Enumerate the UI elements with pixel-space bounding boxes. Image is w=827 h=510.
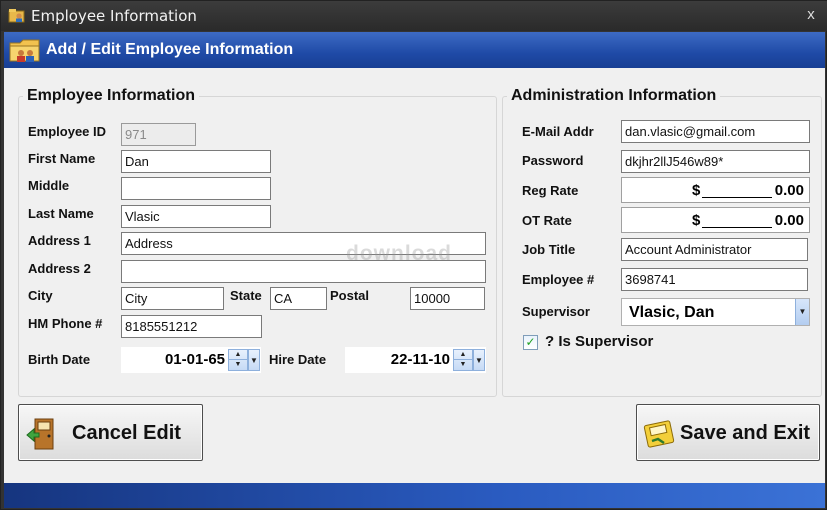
hire-date-value: 22-11-10 xyxy=(390,351,450,368)
close-icon[interactable]: x xyxy=(803,7,819,23)
ot-rate-label: OT Rate xyxy=(522,213,572,228)
watermark-text: download xyxy=(346,242,452,265)
cancel-edit-button[interactable]: Cancel Edit xyxy=(18,404,203,461)
spin-up-icon[interactable]: ▲ xyxy=(229,350,247,360)
app-window: Employee Information x Add / Edit Employ… xyxy=(0,0,827,510)
birth-date-picker[interactable]: 01-01-65 ▲ ▼ ▼ xyxy=(121,347,261,373)
spin-down-icon[interactable]: ▼ xyxy=(229,360,247,370)
city-label: City xyxy=(28,288,53,303)
reg-rate-label: Reg Rate xyxy=(522,183,579,198)
birth-date-value: 01-01-65 xyxy=(164,351,225,368)
last-name-label: Last Name xyxy=(28,206,94,221)
save-exit-label: Save and Exit xyxy=(680,422,811,444)
birth-date-label: Birth Date xyxy=(28,352,91,367)
employee-app-icon xyxy=(8,9,25,23)
ot-rate-currency: $ xyxy=(692,212,701,229)
reg-rate-underline xyxy=(702,197,772,198)
hire-date-picker[interactable]: 22-11-10 ▲ ▼ ▼ xyxy=(345,347,486,373)
employee-id-label: Employee ID xyxy=(28,124,107,139)
save-exit-icon xyxy=(643,420,675,448)
employee-id-field: 971 xyxy=(121,123,196,146)
exit-door-icon xyxy=(26,418,54,450)
employee-info-legend: Employee Information xyxy=(27,87,196,104)
supervisor-value: Vlasic, Dan xyxy=(629,304,715,321)
supervisor-select[interactable]: Vlasic, Dan ▼ xyxy=(621,298,810,326)
spin-down-icon[interactable]: ▼ xyxy=(454,360,472,370)
postal-label: Postal xyxy=(330,288,370,303)
address1-label: Address 1 xyxy=(28,233,91,248)
password-label: Password xyxy=(522,153,584,168)
chevron-down-icon[interactable]: ▼ xyxy=(248,349,260,371)
last-name-field[interactable]: Vlasic xyxy=(121,205,271,228)
email-field[interactable]: dan.vlasic@gmail.com xyxy=(621,120,810,143)
middle-label: Middle xyxy=(28,178,70,193)
cancel-edit-label: Cancel Edit xyxy=(72,422,181,444)
job-title-field[interactable]: Account Administrator xyxy=(621,238,808,261)
save-exit-button[interactable]: Save and Exit xyxy=(636,404,820,461)
address2-label: Address 2 xyxy=(28,261,91,276)
footer-bar xyxy=(4,483,825,508)
email-label: E-Mail Addr xyxy=(522,124,594,139)
title-bar[interactable]: Employee Information x xyxy=(1,1,827,31)
job-title-label: Job Title xyxy=(522,242,576,257)
state-label: State xyxy=(230,288,262,303)
state-field[interactable]: CA xyxy=(270,287,327,310)
window-title: Employee Information xyxy=(31,7,197,25)
chevron-down-icon[interactable]: ▼ xyxy=(795,299,809,325)
ot-rate-field[interactable]: $ 0.00 xyxy=(621,207,810,233)
is-supervisor-label[interactable]: ? Is Supervisor xyxy=(545,333,653,350)
hire-date-label: Hire Date xyxy=(269,352,327,367)
reg-rate-value: 0.00 xyxy=(774,182,804,199)
first-name-label: First Name xyxy=(28,151,96,166)
checkmark-icon: ✓ xyxy=(525,335,536,349)
header-banner: Add / Edit Employee Information xyxy=(4,32,825,68)
first-name-field[interactable]: Dan xyxy=(121,150,271,173)
hire-date-spinner[interactable]: ▲ ▼ xyxy=(453,349,473,371)
middle-field[interactable] xyxy=(121,177,271,200)
hm-phone-label: HM Phone # xyxy=(28,316,103,331)
banner-title: Add / Edit Employee Information xyxy=(46,41,294,58)
admin-info-legend: Administration Information xyxy=(511,87,717,104)
password-field[interactable]: dkjhr2llJ546w89* xyxy=(621,150,810,173)
ot-rate-value: 0.00 xyxy=(774,212,804,229)
hm-phone-field[interactable]: 8185551212 xyxy=(121,315,262,338)
ot-rate-underline xyxy=(702,227,772,228)
reg-rate-field[interactable]: $ 0.00 xyxy=(621,177,810,203)
spin-up-icon[interactable]: ▲ xyxy=(454,350,472,360)
is-supervisor-checkbox[interactable]: ✓ xyxy=(523,335,538,350)
reg-rate-currency: $ xyxy=(692,182,701,199)
birth-date-spinner[interactable]: ▲ ▼ xyxy=(228,349,248,371)
employee-no-label: Employee # xyxy=(522,272,595,287)
supervisor-label: Supervisor xyxy=(522,304,590,319)
city-field[interactable]: City xyxy=(121,287,224,310)
folder-people-icon xyxy=(9,39,40,62)
chevron-down-icon[interactable]: ▼ xyxy=(473,349,485,371)
client-area: Add / Edit Employee Information Employee… xyxy=(4,32,825,508)
postal-field[interactable]: 10000 xyxy=(410,287,485,310)
employee-no-field[interactable]: 3698741 xyxy=(621,268,808,291)
